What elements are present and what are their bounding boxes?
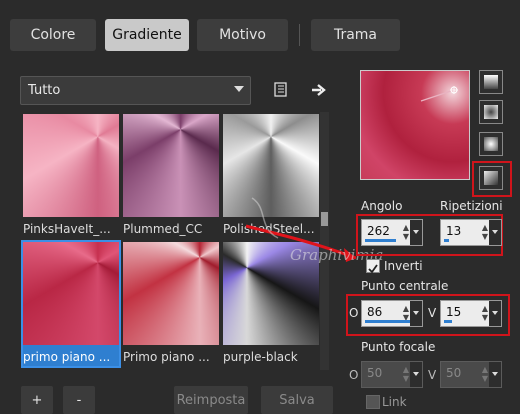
repeats-stepper[interactable]: 13 ▲ ▼ [440,219,502,246]
gradient-thumbnail [123,242,219,345]
spin-arrows-icon[interactable]: ▲ ▼ [403,365,409,383]
gradient-name: purple-black [223,350,298,364]
chevron-down-icon[interactable] [489,301,501,326]
center-h-stepper[interactable]: 86 ▲ ▼ [361,300,423,327]
gradient-tile[interactable]: Primo piano ... [123,242,219,366]
gradient-name: PinksHaveIt_... [23,222,111,236]
grid-scrollbar[interactable] [320,112,329,370]
repeats-label: Ripetizioni [440,199,503,213]
gradient-name: PolishedSteel... [223,222,315,236]
link-checkbox[interactable] [366,395,380,409]
spin-arrows-icon[interactable]: ▲ ▼ [482,223,488,241]
highlight-box-style [472,161,512,197]
tab-gradiente[interactable]: Gradiente [105,19,189,51]
gradient-thumbnail [223,242,319,345]
focal-v-stepper[interactable]: 50 ▲ ▼ [440,361,502,388]
reset-button[interactable]: Reimposta [174,386,248,414]
spin-arrows-icon[interactable]: ▲ ▼ [482,304,488,322]
angle-level-bar [365,239,396,242]
gradient-thumbnail [123,114,219,217]
add-button[interactable]: + [21,386,53,414]
spin-arrows-icon[interactable]: ▲ ▼ [482,365,488,383]
category-dropdown[interactable]: Tutto [20,76,251,105]
gradient-name: primo piano ... [23,350,111,364]
gradient-tile[interactable]: primo piano ... [21,240,121,368]
gradient-grid: PinksHaveIt_... Plummed_CC PolishedSteel… [20,112,332,372]
tab-motivo[interactable]: Motivo [197,19,288,51]
library-button[interactable] [270,79,292,101]
angle-label: Angolo [361,199,403,213]
center-h-label: O [349,306,359,320]
save-button[interactable]: Salva [261,386,333,414]
category-selected: Tutto [28,83,61,98]
focal-h-stepper[interactable]: 50 ▲ ▼ [361,361,423,388]
center-v-stepper[interactable]: 15 ▲ ▼ [440,300,502,327]
arrow-right-icon [312,84,326,96]
spin-arrows-icon[interactable]: ▲ ▼ [403,223,409,241]
gradient-name: Primo piano ... [123,350,210,364]
chevron-down-icon[interactable] [489,362,501,387]
tab-bar: Colore Gradiente Motivo Trama [0,0,520,64]
book-icon [274,82,287,97]
linear-gradient-icon [484,75,498,89]
sunburst-style-button[interactable] [479,132,503,156]
gradient-thumbnail [23,114,119,217]
scrollbar-thumb[interactable] [321,212,328,226]
invert-label: Inverti [384,259,423,273]
invert-checkbox[interactable] [366,259,380,274]
focal-h-label: O [349,368,359,382]
gradient-tile[interactable]: PolishedSteel... [223,114,319,238]
center-point-label: Punto centrale [361,279,449,293]
tab-separator [299,24,300,46]
center-point-marker-icon [420,86,458,102]
repeats-level-bar [444,239,449,242]
rectangular-style-button[interactable] [479,100,503,124]
chevron-down-icon[interactable] [410,362,422,387]
gradient-thumbnail [223,114,319,217]
gradient-name: Plummed_CC [123,222,203,236]
center-v-level-bar [444,320,452,323]
chevron-down-icon [234,86,244,92]
gradient-tile[interactable]: Plummed_CC [123,114,219,238]
tab-colore[interactable]: Colore [10,19,96,51]
linear-style-button[interactable] [479,70,503,94]
center-h-level-bar [365,320,410,323]
checkmark-icon [368,264,378,274]
link-label: Link [382,395,407,409]
chevron-down-icon[interactable] [410,220,422,245]
focal-v-label: V [428,368,437,382]
apply-arrow-button[interactable] [308,79,330,101]
gradient-tile[interactable]: PinksHaveIt_... [23,114,119,238]
angle-stepper[interactable]: 262 ▲ ▼ [361,219,423,246]
gradient-preview[interactable] [360,70,470,180]
rectangular-gradient-icon [484,105,498,119]
chevron-down-icon[interactable] [410,301,422,326]
focal-point-label: Punto focale [361,340,436,354]
gradient-tile[interactable]: purple-black [223,242,319,366]
center-v-label: V [428,306,437,320]
remove-button[interactable]: - [63,386,95,414]
sunburst-gradient-icon [484,137,498,151]
tab-trama[interactable]: Trama [311,19,400,51]
gradient-thumbnail [23,242,119,345]
chevron-down-icon[interactable] [489,220,501,245]
